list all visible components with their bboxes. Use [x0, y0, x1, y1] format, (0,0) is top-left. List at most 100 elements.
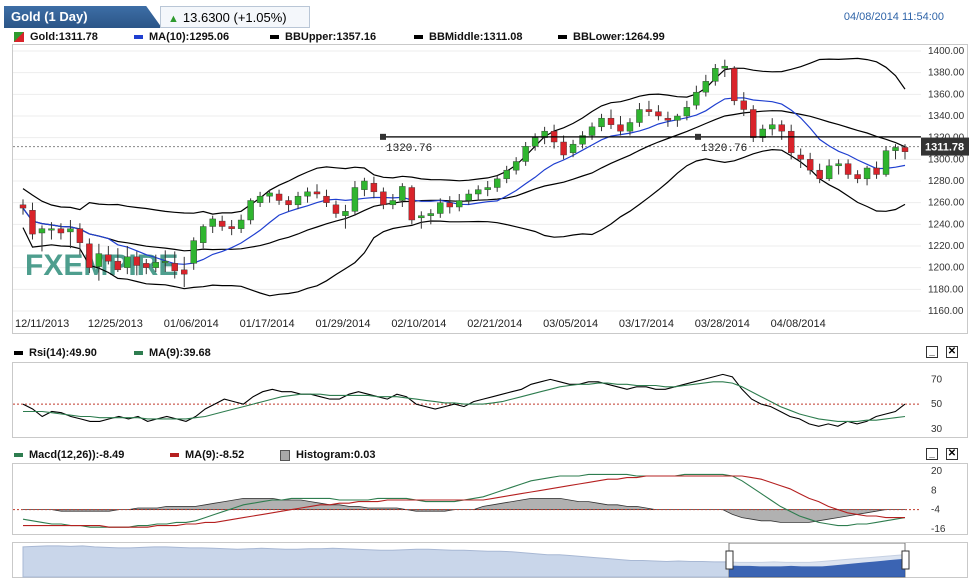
candle-body	[437, 202, 444, 214]
candle-body	[475, 189, 482, 195]
price-y-tick: 1380.00	[928, 68, 965, 79]
legend-bb-upper: BBUpper:1357.16	[270, 30, 376, 44]
price-y-tick: 1280.00	[928, 176, 965, 187]
candle-body	[778, 124, 785, 132]
candle-body	[484, 187, 491, 190]
candle-body	[693, 91, 700, 106]
level-line-handle	[695, 133, 701, 140]
candle-body	[76, 228, 84, 243]
rsi-ma-label: MA(9):39.68	[149, 347, 211, 359]
price-y-tick: 1340.00	[928, 111, 965, 122]
candle-body	[124, 256, 131, 268]
price-y-tick: 1180.00	[928, 284, 964, 295]
candle-body	[427, 213, 435, 216]
candle-body	[294, 195, 302, 206]
macd-close-button[interactable]: ✕	[946, 448, 958, 460]
candle-body	[712, 68, 719, 82]
rsi-y-tick: 50	[931, 399, 943, 410]
candle-body	[218, 220, 226, 227]
price-chart[interactable]: 1160.00 1180.00 1200.00 1220.00 1240.00 1260.…	[13, 45, 969, 335]
rsi-panel[interactable]: 30 50 70	[12, 362, 968, 438]
macd-y-tick: -16	[931, 524, 946, 535]
candle-body	[503, 169, 510, 180]
macd-chart[interactable]: -16 -4 8 20	[13, 464, 969, 536]
candle-body	[626, 122, 634, 132]
instrument-tab[interactable]: Gold (1 Day)	[4, 6, 162, 28]
candle-body	[892, 147, 899, 151]
candle-body	[731, 68, 738, 102]
macd-panel[interactable]: -16 -4 8 20	[12, 463, 968, 535]
histogram-label: Histogram:0.03	[296, 449, 376, 461]
price-x-tick: 02/10/2014	[391, 318, 446, 330]
rsi-close-button[interactable]: ✕	[946, 346, 958, 358]
candle-body	[901, 147, 909, 152]
chart-datetime: 04/08/2014 11:54:00	[843, 11, 944, 23]
price-y-tick: 1260.00	[928, 198, 965, 209]
candle-body	[209, 218, 216, 227]
candle-body	[133, 256, 141, 266]
price-x-tick: 04/08/2014	[771, 318, 826, 330]
candle-body	[237, 219, 245, 229]
up-arrow-icon: ▲	[168, 13, 179, 25]
price-panel[interactable]: 1160.00 1180.00 1200.00 1220.00 1240.00 1260.…	[12, 44, 969, 335]
rsi-chart[interactable]: 30 50 70	[13, 363, 969, 439]
candle-body	[465, 193, 472, 201]
candle-body	[816, 169, 823, 180]
bb-upper-line-icon	[270, 35, 279, 40]
candle-body	[512, 161, 520, 171]
candle-body	[882, 150, 890, 175]
candle-body	[304, 191, 311, 197]
level-line-label: 1320.76	[701, 143, 747, 155]
rsi-legend: Rsi(14):49.90 MA(9):39.68	[14, 346, 414, 360]
legend-ma: MA(10):1295.06	[134, 30, 229, 44]
candle-body	[199, 226, 207, 243]
price-change-value: 13.6300 (+1.05%)	[182, 10, 287, 25]
candle-body	[664, 117, 672, 121]
candle-body	[266, 192, 273, 197]
rsi-ma-line	[23, 381, 906, 422]
price-y-tick: 1400.00	[928, 46, 965, 57]
candle-body	[493, 178, 501, 188]
macd-label: Macd(12,26)):-8.49	[29, 449, 125, 461]
rsi-minimize-button[interactable]: _	[926, 346, 938, 358]
candle-body	[162, 260, 169, 263]
candle-body	[456, 200, 463, 208]
level-line-label: 1320.76	[386, 143, 432, 155]
price-x-tick: 01/06/2014	[164, 318, 219, 330]
navigator-left-handle	[725, 550, 734, 570]
macd-y-tick: -4	[931, 505, 940, 516]
price-y-tick: 1240.00	[928, 219, 965, 230]
candle-body	[446, 202, 453, 208]
price-y-tick: 1160.00	[928, 306, 964, 317]
candle-body	[522, 146, 529, 162]
rsi-y-tick: 70	[931, 374, 943, 385]
price-x-tick: 01/17/2014	[240, 318, 295, 330]
candle-body	[351, 187, 359, 212]
main-legend: Gold:1311.78 MA(10):1295.06 BBUpper:1357…	[14, 30, 954, 44]
candle-body	[797, 154, 804, 160]
price-x-tick: 12/11/2013	[15, 318, 69, 330]
price-x-tick: 01/29/2014	[315, 318, 370, 330]
macd-y-tick: 20	[931, 466, 943, 477]
navigator-chart[interactable]	[13, 543, 969, 579]
legend-gold: Gold:1311.78	[14, 30, 98, 44]
macd-minimize-button[interactable]: _	[926, 448, 938, 460]
macd-y-tick: 8	[931, 485, 937, 496]
candle-body	[683, 107, 691, 117]
rsi-line-icon	[14, 351, 23, 356]
macd-line-icon	[14, 453, 23, 458]
candle-body	[114, 260, 122, 271]
candle-body	[825, 165, 833, 180]
candle-body	[873, 167, 880, 175]
price-y-tick: 1300.00	[928, 154, 965, 165]
candle-body	[531, 137, 539, 147]
candle-body	[636, 109, 643, 123]
candle-body	[560, 141, 567, 156]
candle-body	[835, 163, 842, 167]
histogram-icon	[280, 449, 290, 461]
candle-body	[247, 200, 254, 221]
candle-body	[19, 204, 27, 209]
candle-body	[674, 115, 681, 121]
navigator-panel[interactable]	[12, 542, 968, 578]
candle-body	[844, 163, 852, 175]
